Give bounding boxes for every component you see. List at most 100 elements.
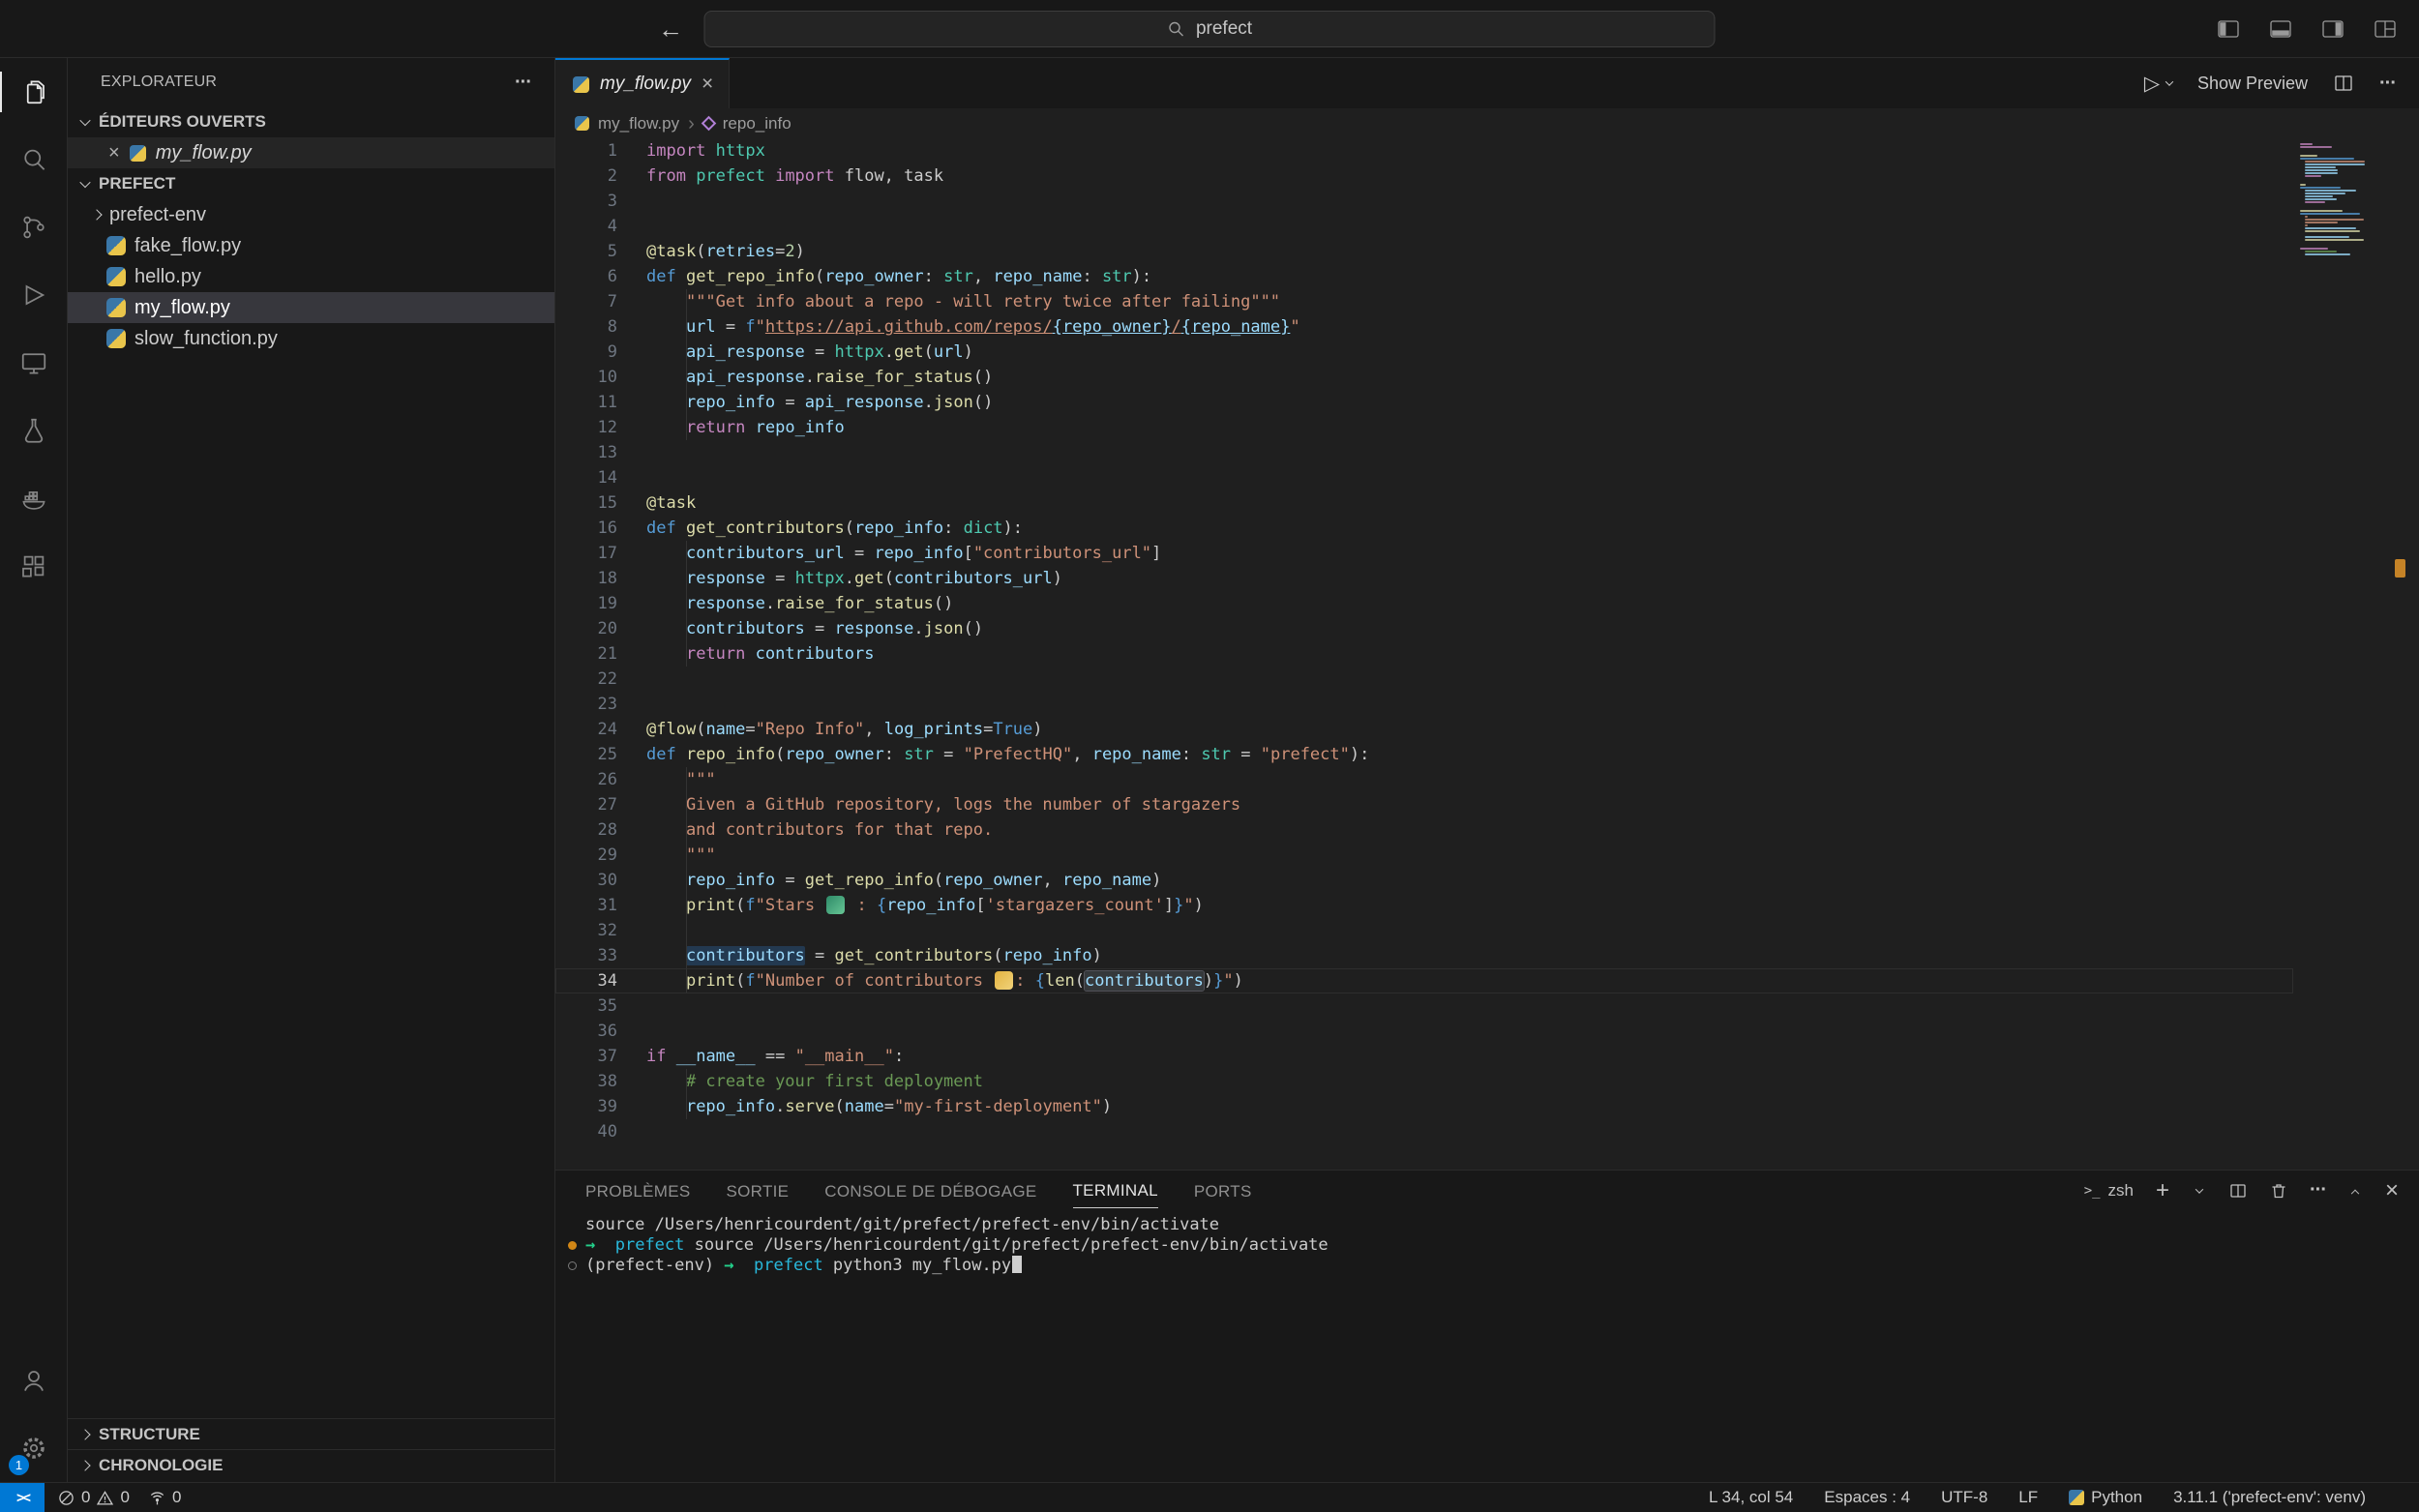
more-actions-icon[interactable]: ··· xyxy=(515,72,531,94)
command-center-search[interactable]: prefect xyxy=(704,11,1716,47)
code-line-8[interactable]: url = f"https://api.github.com/repos/{re… xyxy=(646,314,2264,340)
code-line-36[interactable] xyxy=(646,1019,2264,1044)
kill-terminal-icon[interactable] xyxy=(2269,1181,2288,1201)
code-line-37[interactable]: if __name__ == "__main__": xyxy=(646,1044,2264,1069)
panel-tab-ports[interactable]: PORTS xyxy=(1194,1173,1252,1208)
account-button[interactable] xyxy=(0,1347,68,1414)
back-button[interactable]: ← xyxy=(658,15,683,44)
language-mode[interactable]: Python xyxy=(2069,1488,2142,1507)
code-line-29[interactable]: """ xyxy=(646,843,2264,868)
section-open-editors[interactable]: ÉDITEURS OUVERTS xyxy=(68,106,554,137)
new-terminal-icon[interactable]: + xyxy=(2155,1179,2170,1202)
close-icon[interactable]: × xyxy=(108,142,120,164)
encoding[interactable]: UTF-8 xyxy=(1941,1488,1987,1507)
tab-my-flow-py[interactable]: my_flow.py × xyxy=(555,58,730,108)
code-line-12[interactable]: return repo_info xyxy=(646,415,2264,440)
cursor-position[interactable]: L 34, col 54 xyxy=(1709,1488,1793,1507)
code-line-1[interactable]: import httpx xyxy=(646,138,2264,163)
code-line-28[interactable]: and contributors for that repo. xyxy=(646,817,2264,843)
code-line-23[interactable] xyxy=(646,692,2264,717)
terminal-shell-selector[interactable]: >_ zsh xyxy=(2084,1181,2134,1201)
code-line-7[interactable]: """Get info about a repo - will retry tw… xyxy=(646,289,2264,314)
section-project[interactable]: PREFECT xyxy=(68,168,554,199)
code-line-24[interactable]: @flow(name="Repo Info", log_prints=True) xyxy=(646,717,2264,742)
code-line-25[interactable]: def repo_info(repo_owner: str = "Prefect… xyxy=(646,742,2264,767)
code-line-20[interactable]: contributors = response.json() xyxy=(646,616,2264,641)
run-python-file-button[interactable]: ▷ xyxy=(2144,72,2172,96)
more-actions-icon[interactable]: ··· xyxy=(2310,1179,2326,1201)
sidebar-item-run-debug[interactable] xyxy=(0,261,68,329)
sidebar-item-testing[interactable] xyxy=(0,397,68,464)
code-line-3[interactable] xyxy=(646,189,2264,214)
sidebar-item-extensions[interactable] xyxy=(0,532,68,600)
code-line-22[interactable] xyxy=(646,667,2264,692)
code-line-14[interactable] xyxy=(646,465,2264,490)
close-panel-icon[interactable]: × xyxy=(2384,1179,2400,1202)
toggle-sidebar-icon[interactable] xyxy=(2216,16,2241,42)
sidebar-item-search[interactable] xyxy=(0,126,68,193)
show-preview-button[interactable]: Show Preview xyxy=(2197,74,2308,94)
code-line-18[interactable]: response = httpx.get(contributors_url) xyxy=(646,566,2264,591)
close-icon[interactable]: × xyxy=(702,73,713,96)
code-line-39[interactable]: repo_info.serve(name="my-first-deploymen… xyxy=(646,1094,2264,1119)
file-item-fake_flow.py[interactable]: fake_flow.py xyxy=(68,230,554,261)
code-line-5[interactable]: @task(retries=2) xyxy=(646,239,2264,264)
sidebar-item-docker[interactable] xyxy=(0,464,68,532)
panel-tab-console-de-d-bogage[interactable]: CONSOLE DE DÉBOGAGE xyxy=(824,1173,1036,1208)
file-item-slow_function.py[interactable]: slow_function.py xyxy=(68,323,554,354)
code-editor[interactable]: 1234567891011121314151617181920212223242… xyxy=(555,138,2419,1170)
remote-indicator[interactable]: >< xyxy=(0,1483,45,1512)
panel-tab-terminal[interactable]: TERMINAL xyxy=(1073,1172,1158,1208)
code-line-35[interactable] xyxy=(646,993,2264,1019)
code-line-38[interactable]: # create your first deployment xyxy=(646,1069,2264,1094)
code-line-30[interactable]: repo_info = get_repo_info(repo_owner, re… xyxy=(646,868,2264,893)
sidebar-item-remote-explorer[interactable] xyxy=(0,329,68,397)
breadcrumb-symbol[interactable]: repo_info xyxy=(723,114,791,133)
indentation[interactable]: Espaces : 4 xyxy=(1824,1488,1910,1507)
section-timeline[interactable]: CHRONOLOGIE xyxy=(68,1449,555,1480)
more-actions-icon[interactable]: ··· xyxy=(2379,73,2396,95)
open-editor-item[interactable]: × my_flow.py xyxy=(68,137,554,168)
section-outline[interactable]: STRUCTURE xyxy=(68,1418,555,1449)
code-line-6[interactable]: def get_repo_info(repo_owner: str, repo_… xyxy=(646,264,2264,289)
sidebar-item-source-control[interactable] xyxy=(0,193,68,261)
code-line-11[interactable]: repo_info = api_response.json() xyxy=(646,390,2264,415)
command-decoration-filled-icon[interactable] xyxy=(568,1241,577,1250)
panel-tab-probl-mes[interactable]: PROBLÈMES xyxy=(585,1173,691,1208)
settings-button[interactable]: 1 xyxy=(0,1414,68,1482)
code-line-33[interactable]: contributors = get_contributors(repo_inf… xyxy=(646,943,2264,968)
toggle-secondary-sidebar-icon[interactable] xyxy=(2320,16,2345,42)
chevron-down-icon[interactable] xyxy=(2165,77,2173,85)
code-line-10[interactable]: api_response.raise_for_status() xyxy=(646,365,2264,390)
code-line-27[interactable]: Given a GitHub repository, logs the numb… xyxy=(646,792,2264,817)
command-decoration-outline-icon[interactable] xyxy=(568,1261,577,1270)
code-line-2[interactable]: from prefect import flow, task xyxy=(646,163,2264,189)
code-line-21[interactable]: return contributors xyxy=(646,641,2264,667)
code-line-32[interactable] xyxy=(646,918,2264,943)
code-line-15[interactable]: @task xyxy=(646,490,2264,516)
ports-status[interactable]: 0 xyxy=(149,1488,181,1507)
split-terminal-icon[interactable] xyxy=(2228,1181,2248,1201)
eol-sequence[interactable]: LF xyxy=(2018,1488,2038,1507)
code-line-40[interactable] xyxy=(646,1119,2264,1144)
terminal-dropdown-icon[interactable] xyxy=(2192,1188,2207,1194)
code-line-34[interactable]: print(f"Number of contributors : {len(co… xyxy=(646,968,2264,993)
toggle-panel-icon[interactable] xyxy=(2268,16,2293,42)
file-item-prefect-env[interactable]: prefect-env xyxy=(68,199,554,230)
terminal-output[interactable]: source /Users/henricourdent/git/prefect/… xyxy=(585,1215,2400,1276)
file-item-my_flow.py[interactable]: my_flow.py xyxy=(68,292,554,323)
customize-layout-icon[interactable] xyxy=(2373,16,2398,42)
maximize-panel-icon[interactable] xyxy=(2347,1188,2363,1194)
code-line-9[interactable]: api_response = httpx.get(url) xyxy=(646,340,2264,365)
split-editor-icon[interactable] xyxy=(2333,73,2354,94)
panel-tab-sortie[interactable]: SORTIE xyxy=(727,1173,790,1208)
code-line-13[interactable] xyxy=(646,440,2264,465)
code-line-31[interactable]: print(f"Stars : {repo_info['stargazers_c… xyxy=(646,893,2264,918)
sidebar-item-explorer[interactable] xyxy=(0,58,68,126)
minimap[interactable] xyxy=(2300,143,2368,259)
file-item-hello.py[interactable]: hello.py xyxy=(68,261,554,292)
code-line-16[interactable]: def get_contributors(repo_info: dict): xyxy=(646,516,2264,541)
problems-status[interactable]: 0 0 xyxy=(58,1488,130,1507)
code-line-4[interactable] xyxy=(646,214,2264,239)
python-interpreter[interactable]: 3.11.1 ('prefect-env': venv) xyxy=(2173,1488,2366,1507)
